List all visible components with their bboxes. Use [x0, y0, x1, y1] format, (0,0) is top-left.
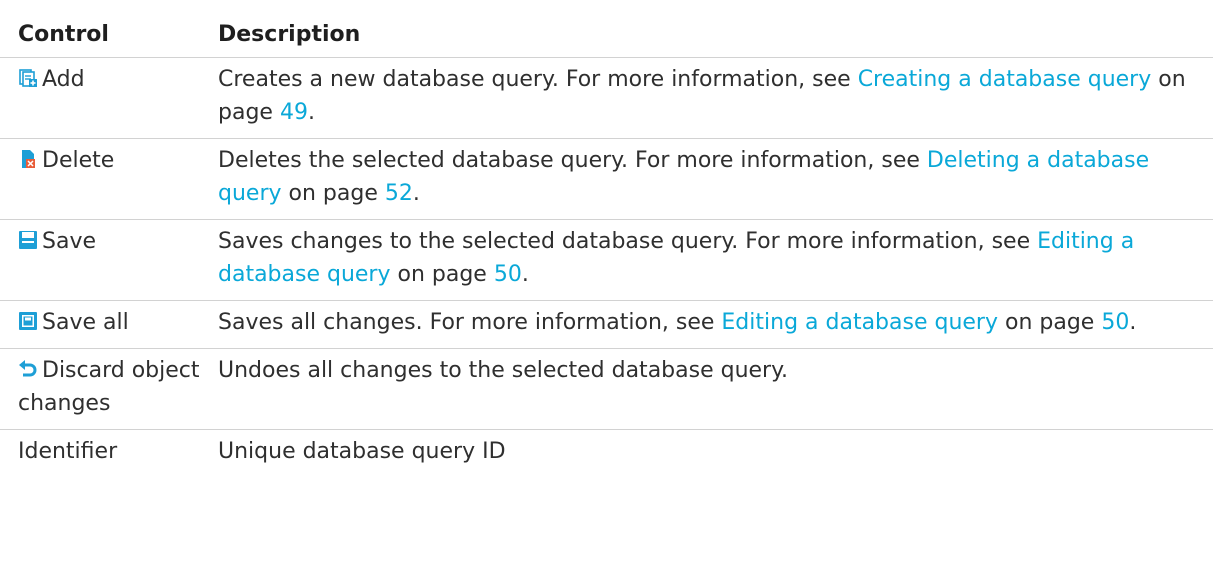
table-row: Save Saves changes to the selected datab…	[0, 219, 1213, 301]
save-icon	[18, 230, 38, 250]
description-text: on page	[281, 181, 385, 206]
description-text: .	[307, 100, 315, 125]
control-cell: Discard object changes	[0, 348, 200, 430]
control-cell: Save all	[0, 300, 200, 349]
description-cell: Creates a new database query. For more i…	[200, 57, 1213, 139]
control-label: Delete	[42, 148, 115, 173]
table-row: Add Creates a new database query. For mo…	[0, 57, 1213, 139]
control-cell: Add	[0, 57, 200, 139]
description-text: Saves changes to the selected database q…	[218, 229, 1038, 254]
description-text: on page	[998, 310, 1102, 335]
description-cell: Deletes the selected database query. For…	[200, 138, 1213, 220]
description-text: .	[521, 262, 529, 287]
link-creating-query[interactable]: Creating a database query	[858, 67, 1152, 92]
description-cell: Undoes all changes to the selected datab…	[200, 348, 1213, 430]
undo-icon	[18, 359, 38, 379]
description-text: .	[412, 181, 420, 206]
description-text: Deletes the selected database query. For…	[218, 148, 927, 173]
page-link[interactable]: 50	[1101, 310, 1129, 335]
table-row: Save all Saves all changes. For more inf…	[0, 300, 1213, 349]
control-label: Save	[42, 229, 97, 254]
description-text: Saves all changes. For more information,…	[218, 310, 722, 335]
control-cell: Delete	[0, 138, 200, 220]
description-cell: Unique database query ID	[218, 439, 506, 464]
header-description: Description	[200, 0, 1213, 58]
description-cell: Saves all changes. For more information,…	[200, 300, 1213, 349]
add-document-icon	[18, 68, 38, 88]
table-header-row: Control Description	[0, 0, 1213, 58]
page-link[interactable]: 50	[494, 262, 522, 287]
link-editing-query[interactable]: Editing a database query	[721, 310, 998, 335]
control-label: Save all	[42, 310, 129, 335]
save-all-icon	[18, 311, 38, 331]
page-link[interactable]: 49	[280, 100, 308, 125]
control-cell: Save	[0, 219, 200, 301]
control-cell: Identifier	[18, 439, 118, 464]
control-label: Discard object changes	[18, 358, 200, 416]
control-label: Add	[42, 67, 85, 92]
page-link[interactable]: 52	[385, 181, 413, 206]
table-row: Identifier Unique database query ID	[0, 430, 1213, 478]
description-text: .	[1129, 310, 1137, 335]
header-control: Control	[0, 0, 200, 58]
table-row: Delete Deletes the selected database que…	[0, 138, 1213, 220]
delete-document-icon	[18, 149, 38, 169]
controls-table: Control Description Add Creates a new da…	[0, 0, 1213, 477]
description-text: Creates a new database query. For more i…	[218, 67, 858, 92]
description-cell: Saves changes to the selected database q…	[200, 219, 1213, 301]
description-text: on page	[390, 262, 494, 287]
table-row: Discard object changes Undoes all change…	[0, 348, 1213, 430]
